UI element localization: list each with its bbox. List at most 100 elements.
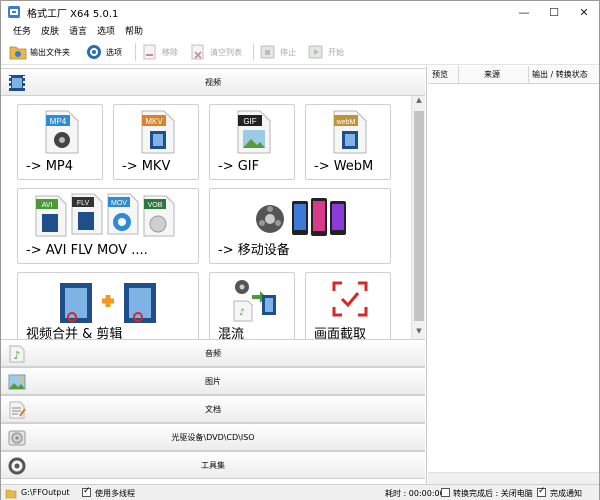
tile-mkv[interactable]: MKV -> MKV <box>113 104 199 180</box>
mobile-device-icon <box>256 198 346 236</box>
menu-help[interactable]: 帮助 <box>125 24 143 37</box>
tile-mux-label: 混流 <box>218 327 245 339</box>
category-image-label: 图片 <box>205 377 221 386</box>
tile-mp4-label: -> MP4 <box>26 159 74 174</box>
status-bar: G:\FFOutput 使用多线程 耗时 : 00:00:00 转换完成后 : … <box>1 484 599 500</box>
stop-label: 停止 <box>280 47 296 57</box>
category-disc-label: 光驱设备\DVD\CD\ISO <box>171 433 255 442</box>
output-folder-button[interactable]: 输出文件夹 <box>9 41 70 63</box>
tile-video-merge[interactable]: 视频合并 & 剪辑 <box>17 272 199 339</box>
tile-gif[interactable]: GIF -> GIF <box>209 104 295 180</box>
svg-text:GIF: GIF <box>243 117 256 126</box>
after-done-label[interactable]: 转换完成后 : 关闭电脑 <box>453 488 533 499</box>
gear-icon <box>87 45 101 59</box>
svg-text:MKV: MKV <box>145 117 163 126</box>
tile-mobile-device[interactable]: -> 移动设备 <box>209 188 391 264</box>
scrollbar-thumb[interactable] <box>414 111 424 321</box>
title-bar: 格式工厂 X64 5.0.1 — ☐ ✕ <box>1 1 599 23</box>
stop-button[interactable]: 停止 <box>259 41 296 63</box>
after-done-checkbox[interactable] <box>441 488 450 497</box>
svg-text:VOB: VOB <box>148 202 163 209</box>
category-audio-label: 音频 <box>205 349 221 358</box>
column-divider <box>528 66 529 84</box>
tile-avi-flv-mov[interactable]: AVI FLV MOV VOB -> AVI FLV MOV .... <box>17 188 199 264</box>
scroll-down-arrow-icon[interactable]: ▼ <box>412 327 426 339</box>
column-preview[interactable]: 预览 <box>432 69 448 80</box>
svg-text:AVI: AVI <box>42 202 53 209</box>
close-button[interactable]: ✕ <box>569 1 599 23</box>
tile-mkv-label: -> MKV <box>122 159 171 174</box>
screen-capture-icon <box>332 281 368 317</box>
minimize-icon: — <box>518 5 530 19</box>
tile-mobile-label: -> 移动设备 <box>218 243 290 258</box>
stop-icon <box>260 45 275 59</box>
tile-mp4[interactable]: MP4 -> MP4 <box>17 104 103 180</box>
category-disc[interactable]: 光驱设备\DVD\CD\ISO <box>1 423 425 451</box>
play-icon <box>308 45 323 59</box>
folder-icon <box>9 46 27 60</box>
toolbar-divider <box>253 43 254 61</box>
multithread-label: 使用多线程 <box>95 489 135 498</box>
tile-merge-label: 视频合并 & 剪辑 <box>26 327 123 339</box>
mkv-file-icon: MKV <box>141 110 175 154</box>
menu-task[interactable]: 任务 <box>13 24 31 37</box>
category-image[interactable]: 图片 <box>1 367 425 395</box>
start-label: 开始 <box>328 47 344 57</box>
maximize-button[interactable]: ☐ <box>539 1 569 23</box>
column-output-status[interactable]: 输出 / 转换状态 <box>532 69 588 80</box>
category-audio[interactable]: ♪ 音频 <box>1 339 425 367</box>
menu-bar: 任务 皮肤 语言 选项 帮助 <box>1 23 599 39</box>
notify-label: 完成通知 <box>550 489 582 498</box>
close-icon: ✕ <box>579 5 589 19</box>
task-list-hscroll[interactable] <box>428 472 599 484</box>
task-list-panel: 预览 来源 输出 / 转换状态 <box>428 66 599 484</box>
remove-icon <box>143 44 156 60</box>
category-document-label: 文档 <box>205 405 221 414</box>
menu-options[interactable]: 选项 <box>97 24 115 37</box>
tile-webm-label: -> WebM <box>314 159 374 174</box>
start-button[interactable]: 开始 <box>307 41 344 63</box>
options-label: 选项 <box>106 47 122 57</box>
output-folder-icon[interactable] <box>5 487 17 499</box>
category-tools-label: 工具集 <box>201 461 225 470</box>
tile-screen-capture[interactable]: 画面截取 <box>305 272 391 339</box>
category-video[interactable]: 视频 <box>1 68 425 96</box>
tile-mux[interactable]: ♪ 混流 <box>209 272 295 339</box>
clear-list-button[interactable]: 清空列表 <box>189 41 242 63</box>
column-source[interactable]: 来源 <box>484 69 500 80</box>
remove-label: 移除 <box>162 47 178 57</box>
mux-icon: ♪ <box>233 280 276 322</box>
toolbar-divider <box>135 43 136 61</box>
remove-button[interactable]: 移除 <box>141 41 178 63</box>
column-divider <box>458 66 459 84</box>
output-folder-label: 输出文件夹 <box>30 47 70 57</box>
mp4-file-icon: MP4 <box>45 110 79 154</box>
options-button[interactable]: 选项 <box>85 41 122 63</box>
menu-skin[interactable]: 皮肤 <box>41 24 59 37</box>
gif-file-icon: GIF <box>237 110 271 154</box>
menu-language[interactable]: 语言 <box>69 24 87 37</box>
output-path[interactable]: G:\FFOutput <box>21 488 70 497</box>
svg-text:MOV: MOV <box>111 200 127 207</box>
scroll-up-arrow-icon[interactable]: ▲ <box>412 96 426 108</box>
category-document[interactable]: 文档 <box>1 395 425 423</box>
grid-scrollbar[interactable]: ▲ ▼ <box>411 96 425 339</box>
notify-checkbox[interactable] <box>537 486 546 497</box>
maximize-icon: ☐ <box>549 5 559 19</box>
svg-text:MP4: MP4 <box>50 117 67 126</box>
tile-webm[interactable]: webM -> WebM <box>305 104 391 180</box>
clear-list-label: 清空列表 <box>210 47 242 57</box>
category-tools[interactable]: 工具集 <box>1 451 425 479</box>
multi-format-icon: AVI FLV MOV VOB <box>35 193 175 237</box>
tile-avi-label: -> AVI FLV MOV .... <box>26 243 148 258</box>
tile-gif-label: -> GIF <box>218 159 260 174</box>
window-title: 格式工厂 X64 5.0.1 <box>27 9 119 20</box>
minimize-button[interactable]: — <box>509 1 539 23</box>
toolbar: 输出文件夹 选项 移除 清空列表 停止 开始 <box>1 39 599 65</box>
category-video-label: 视频 <box>205 78 221 87</box>
task-list-header: 预览 来源 输出 / 转换状态 <box>428 66 599 84</box>
app-window: 格式工厂 X64 5.0.1 — ☐ ✕ 任务 皮肤 语言 选项 帮助 输出文件… <box>0 0 600 500</box>
multithread-checkbox[interactable] <box>82 486 91 497</box>
svg-text:webM: webM <box>336 119 356 126</box>
webm-file-icon: webM <box>333 110 367 154</box>
